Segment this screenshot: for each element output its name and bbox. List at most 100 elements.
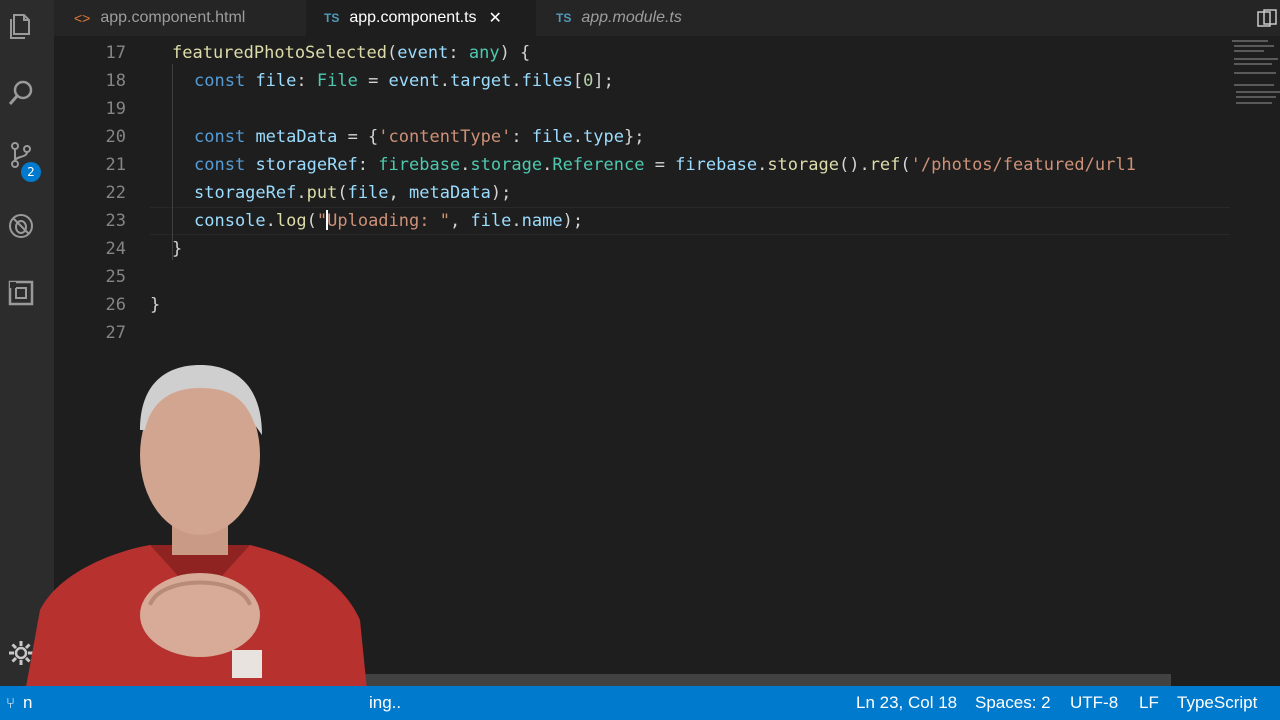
minimap-line xyxy=(1234,72,1276,74)
scm-badge: 2 xyxy=(21,162,41,182)
code-token: log xyxy=(275,211,307,231)
line-number: 23 xyxy=(105,211,126,231)
branch-indicator[interactable]: ⑂ n xyxy=(6,686,32,720)
explorer-icon[interactable] xyxy=(0,5,42,47)
language-mode[interactable]: TypeScript xyxy=(1177,686,1257,720)
code-token: metaData xyxy=(409,183,491,203)
code-token: . xyxy=(460,155,471,175)
code-token: file xyxy=(470,211,512,231)
typescript-file-icon: TS xyxy=(556,11,572,25)
minimap-line xyxy=(1236,102,1272,104)
code-token: const xyxy=(194,71,246,91)
extensions-icon[interactable] xyxy=(0,272,42,314)
code-token: const xyxy=(194,155,246,175)
minimap-line xyxy=(1236,91,1280,93)
end-of-line[interactable]: LF xyxy=(1139,686,1159,720)
code-token: file xyxy=(255,71,297,91)
line-number: 20 xyxy=(105,127,126,147)
search-icon[interactable] xyxy=(0,72,42,114)
tab-label: app.component.html xyxy=(100,9,246,26)
line-number: 25 xyxy=(105,267,126,287)
minimap-line xyxy=(1236,96,1276,98)
code-token: }; xyxy=(623,127,645,147)
code-token: target xyxy=(449,71,512,91)
indent-guide xyxy=(172,64,173,260)
code-token: 0 xyxy=(583,71,594,91)
minimap-line xyxy=(1234,50,1264,52)
code-token: (). xyxy=(838,155,870,175)
code-token: 'contentType' xyxy=(378,127,512,147)
code-token: File xyxy=(316,71,358,91)
code-token: [ xyxy=(572,71,584,91)
minimap-line xyxy=(1234,45,1274,47)
tab-app-component-html[interactable]: <> app.component.html xyxy=(54,0,306,36)
code-token: : xyxy=(296,71,317,91)
code-line: const storageRef: firebase.storage.Refer… xyxy=(194,151,1136,179)
code-line: featuredPhotoSelected(event: any) { xyxy=(172,39,530,67)
code-token: files xyxy=(521,71,573,91)
code-token: Uploading: " xyxy=(327,211,450,231)
minimap-line xyxy=(1234,58,1278,60)
code-token: = xyxy=(357,71,389,91)
code-token: ( xyxy=(337,183,348,203)
code-token: ( xyxy=(306,211,317,231)
code-token: put xyxy=(306,183,338,203)
code-token: . xyxy=(757,155,768,175)
code-token: = xyxy=(644,155,676,175)
line-number: 21 xyxy=(105,155,126,175)
tab-label: app.module.ts xyxy=(581,9,682,26)
indentation[interactable]: Spaces: 2 xyxy=(975,686,1051,720)
code-token: any xyxy=(468,43,500,63)
code-token: . xyxy=(296,183,307,203)
git-branch-icon: ⑂ xyxy=(6,694,16,712)
minimap[interactable] xyxy=(1230,36,1280,111)
code-line: } xyxy=(150,291,160,319)
code-token: storage xyxy=(470,155,543,175)
code-token: storageRef xyxy=(194,183,297,203)
code-token: : xyxy=(357,155,379,175)
line-number: 24 xyxy=(105,239,126,259)
cursor-position[interactable]: Ln 23, Col 18 xyxy=(856,686,957,720)
code-token: metaData xyxy=(255,127,338,147)
close-icon[interactable]: ✕ xyxy=(489,8,502,28)
code-line: const file: File = event.target.files[0]… xyxy=(194,67,614,95)
code-token: . xyxy=(265,211,276,231)
code-token: ) { xyxy=(499,43,531,63)
code-line: const metaData = {'contentType': file.ty… xyxy=(194,123,644,151)
code-token: featuredPhotoSelected xyxy=(172,43,387,63)
code-token: . xyxy=(439,71,450,91)
presenter-video-overlay xyxy=(20,365,370,720)
code-token: const xyxy=(194,127,246,147)
branch-name: n xyxy=(23,693,33,712)
code-token: . xyxy=(542,155,553,175)
line-number: 18 xyxy=(105,71,126,91)
code-token: file xyxy=(347,183,389,203)
code-token: file xyxy=(531,127,573,147)
code-token: Reference xyxy=(552,155,645,175)
open-changes-icon[interactable] xyxy=(1256,8,1278,30)
debug-icon[interactable] xyxy=(0,205,42,247)
status-message: ing.. xyxy=(369,693,402,712)
code-token: : xyxy=(511,127,532,147)
code-token: firebase xyxy=(378,155,461,175)
code-line: console.log("Uploading: ", file.name); xyxy=(194,207,583,235)
code-token: . xyxy=(572,127,584,147)
code-token: , xyxy=(388,183,410,203)
line-number: 26 xyxy=(105,295,126,315)
tab-app-module-ts[interactable]: TS app.module.ts xyxy=(536,0,732,36)
html-code-icon: <> xyxy=(74,10,91,26)
code-token: '/photos/featured/url1 xyxy=(910,155,1136,175)
code-token: ref xyxy=(869,155,901,175)
minimap-line xyxy=(1234,84,1274,86)
typescript-file-icon: TS xyxy=(324,11,340,25)
tab-app-component-ts[interactable]: TS app.component.ts ✕ xyxy=(306,0,536,36)
line-number: 19 xyxy=(105,99,126,119)
code-line: storageRef.put(file, metaData); xyxy=(194,179,511,207)
line-number: 27 xyxy=(105,323,126,343)
file-encoding[interactable]: UTF-8 xyxy=(1070,686,1118,720)
code-token: ]; xyxy=(593,71,614,91)
tab-label: app.component.ts xyxy=(349,9,477,26)
